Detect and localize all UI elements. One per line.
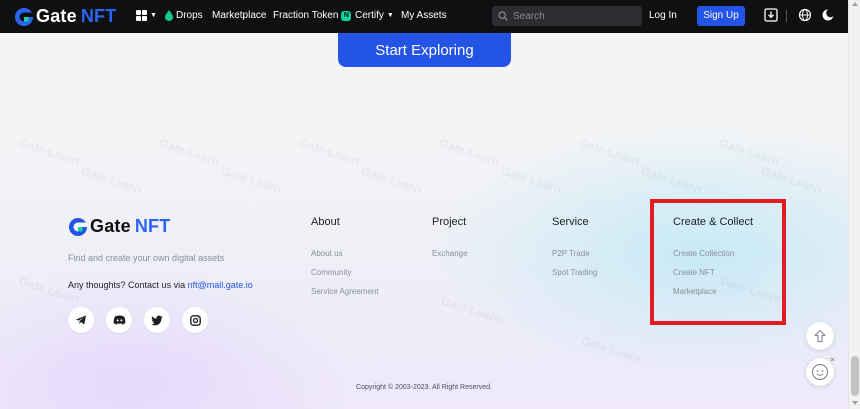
- download-icon[interactable]: [764, 8, 778, 22]
- nav-marketplace[interactable]: Marketplace: [212, 10, 266, 21]
- footer-contact: Any thoughts? Contact us via nft@mail.ga…: [68, 280, 253, 290]
- footer-link-p2p-trade[interactable]: P2P Trade: [552, 249, 590, 258]
- top-nav-bar: Gate NFT ▼ Drops Marketplace Fraction Tok…: [0, 0, 848, 33]
- scroll-thumb[interactable]: [851, 356, 859, 396]
- instagram-button[interactable]: [182, 307, 208, 333]
- signup-button[interactable]: Sign Up: [697, 6, 745, 26]
- watermark: Gate Learn: [639, 164, 703, 197]
- nav-fraction-token-label: Fraction Token: [273, 10, 339, 21]
- discord-button[interactable]: [106, 307, 132, 333]
- support-face-icon: [811, 363, 829, 381]
- support-chat-button[interactable]: [806, 356, 836, 386]
- watermark: Gate Learn: [79, 164, 143, 197]
- twitter-icon: [151, 315, 163, 325]
- gate-logo-icon: [15, 7, 33, 26]
- search-box[interactable]: [492, 6, 642, 26]
- watermark: Gate Learn: [717, 136, 781, 169]
- footer-logo-text-nft: NFT: [134, 216, 171, 236]
- instagram-icon: [189, 314, 201, 326]
- contact-email-link[interactable]: nft@mail.gate.io: [188, 280, 253, 290]
- watermark: Gate Learn: [297, 136, 361, 169]
- nav-certify[interactable]: Certify ▼: [355, 10, 394, 21]
- back-to-top-button[interactable]: [806, 322, 834, 350]
- globe-icon[interactable]: [798, 8, 812, 22]
- arrow-up-icon: [814, 329, 826, 343]
- footer-col-project-title: Project: [432, 216, 467, 228]
- chevron-down-icon: ▼: [386, 12, 394, 19]
- nav-fraction-token[interactable]: Fraction Token N: [273, 10, 352, 21]
- watermark: Gate Learn: [759, 164, 823, 197]
- footer-col-about-title: About: [311, 216, 340, 228]
- logo-text-gate: Gate: [36, 6, 77, 26]
- search-icon: [498, 11, 508, 21]
- login-link[interactable]: Log In: [649, 10, 677, 21]
- contact-prefix: Any thoughts? Contact us via: [68, 280, 186, 290]
- fraction-token-badge: N: [341, 11, 352, 21]
- footer-logo[interactable]: Gate NFT: [68, 216, 170, 237]
- page-scrollbar[interactable]: [848, 0, 860, 409]
- discord-icon: [113, 315, 125, 325]
- gate-nft-logo[interactable]: Gate NFT: [14, 6, 116, 27]
- watermark: Gate Learn: [439, 294, 503, 327]
- divider: [786, 10, 787, 22]
- watermark: Gate Learn: [17, 274, 81, 307]
- watermark: Gate Learn: [499, 164, 563, 197]
- footer-col-service-title: Service: [552, 216, 589, 228]
- logo-text-nft: NFT: [80, 6, 117, 26]
- scroll-down-icon[interactable]: [852, 401, 858, 405]
- footer-tagline: Find and create your own digital assets: [68, 253, 225, 263]
- search-input[interactable]: [513, 10, 633, 22]
- highlight-annotation-box: [650, 199, 786, 325]
- drops-icon: [165, 10, 173, 21]
- footer-link-spot-trading[interactable]: Spot Trading: [552, 268, 597, 277]
- close-icon[interactable]: [829, 356, 836, 363]
- twitter-button[interactable]: [144, 307, 170, 333]
- theme-toggle-icon[interactable]: [821, 8, 835, 22]
- watermark: Gate Learn: [157, 136, 221, 169]
- start-exploring-button[interactable]: Start Exploring: [338, 33, 511, 67]
- nav-drops[interactable]: Drops: [176, 10, 203, 21]
- nav-certify-label: Certify: [355, 10, 384, 21]
- footer-link-service-agreement[interactable]: Service Agreement: [311, 287, 379, 296]
- footer-link-exchange[interactable]: Exchange: [432, 249, 468, 258]
- grid-menu-icon: [136, 10, 147, 21]
- footer-logo-text-gate: Gate: [90, 216, 131, 236]
- watermark: Gate Learn: [219, 164, 283, 197]
- nav-my-assets[interactable]: My Assets: [401, 10, 447, 21]
- footer-link-community[interactable]: Community: [311, 268, 351, 277]
- watermark: Gate Learn: [579, 334, 643, 367]
- watermark: Gate Learn: [17, 136, 81, 169]
- chevron-down-icon: ▼: [150, 12, 157, 19]
- watermark: Gate Learn: [437, 136, 501, 169]
- watermark: Gate Learn: [577, 136, 641, 169]
- gate-logo-icon: [69, 217, 87, 236]
- scroll-up-icon[interactable]: [852, 2, 858, 6]
- telegram-icon: [76, 315, 86, 325]
- watermark: Gate Learn: [359, 164, 423, 197]
- apps-menu-button[interactable]: ▼: [136, 10, 157, 21]
- copyright-text: Copyright © 2003-2023. All Right Reserve…: [356, 384, 492, 391]
- footer-link-about-us[interactable]: About us: [311, 249, 343, 258]
- telegram-button[interactable]: [68, 307, 94, 333]
